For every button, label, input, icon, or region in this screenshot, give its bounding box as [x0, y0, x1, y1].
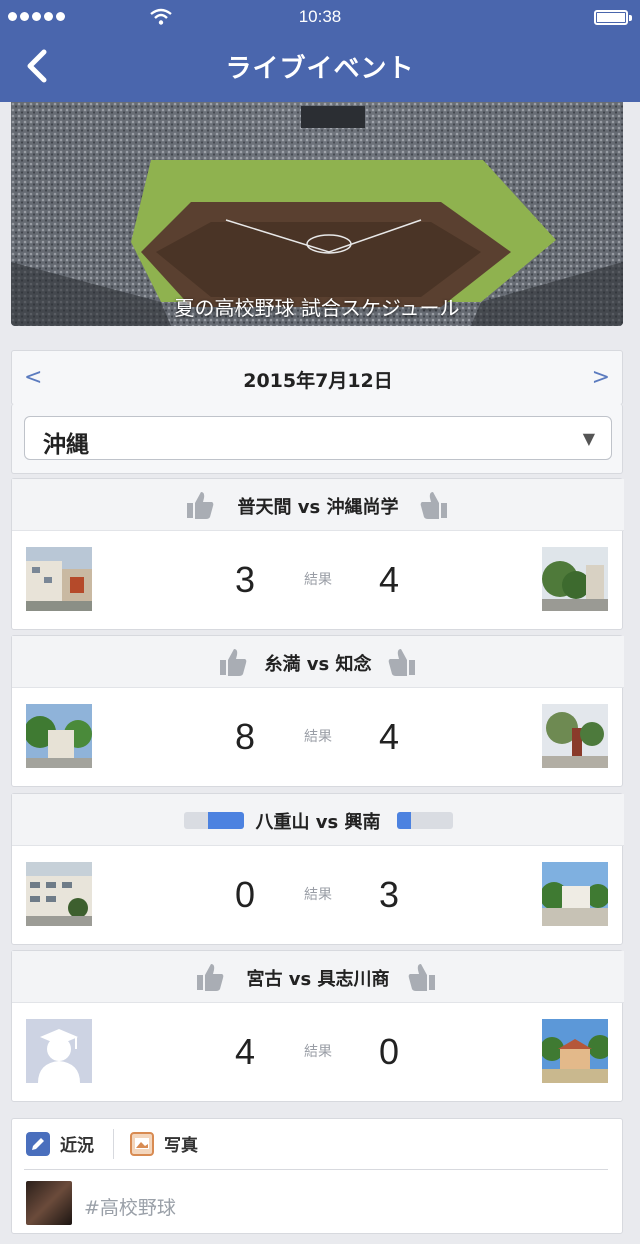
- away-score: 4: [378, 716, 400, 757]
- next-date-button[interactable]: >: [592, 365, 610, 390]
- tab-divider: [113, 1129, 114, 1159]
- away-score: 4: [378, 559, 400, 600]
- thumbs-up-icon[interactable]: [420, 490, 448, 520]
- date-selector: < 2015年7月12日 >: [11, 350, 623, 405]
- dropdown-caret-icon: ▼: [582, 429, 595, 448]
- banner-caption: 夏の高校野球 試合スケジュール: [174, 296, 460, 320]
- stadium-banner-image: 夏の高校野球 試合スケジュール: [11, 102, 623, 326]
- team-photo: [26, 547, 92, 611]
- match-title: 宮古 vs 具志川商: [246, 969, 390, 990]
- away-score: 3: [378, 874, 400, 915]
- region-selector: 沖縄 ▼: [11, 404, 623, 474]
- home-score: 8: [234, 716, 256, 757]
- current-date: 2015年7月12日: [243, 370, 393, 392]
- team-photo: [542, 704, 608, 768]
- region-dropdown[interactable]: 沖縄 ▼: [24, 416, 612, 460]
- photo-tab-label: 写真: [164, 1136, 198, 1156]
- match-header: 普天間 vs 沖縄尚学: [12, 479, 624, 531]
- match-header: 宮古 vs 具志川商: [12, 951, 624, 1003]
- pencil-icon: [26, 1131, 50, 1156]
- match-title: 糸満 vs 知念: [264, 654, 372, 675]
- result-label: 結果: [304, 1044, 332, 1060]
- thumbs-up-icon[interactable]: [388, 647, 416, 677]
- divider: [24, 1169, 608, 1170]
- vote-bar-right: [397, 812, 453, 829]
- team-photo: [542, 547, 608, 611]
- thumbs-up-icon[interactable]: [408, 962, 436, 992]
- team-photo: [26, 862, 92, 926]
- graduation-cap-icon: [26, 1019, 92, 1083]
- match-header: 糸満 vs 知念: [12, 636, 624, 688]
- status-time: 10:38: [298, 7, 342, 26]
- match-card[interactable]: 八重山 vs 興南 0 結果 3: [11, 793, 624, 945]
- post-input[interactable]: #高校野球: [84, 1193, 176, 1220]
- battery-icon: [594, 10, 632, 25]
- status-bar: 10:38: [0, 0, 640, 36]
- match-header: 八重山 vs 興南: [12, 794, 624, 846]
- photo-icon: [130, 1131, 154, 1156]
- home-score: 0: [234, 874, 256, 915]
- result-label: 結果: [304, 887, 332, 903]
- team-photo: [542, 1019, 608, 1083]
- photo-tab[interactable]: 写真: [130, 1131, 198, 1156]
- team-photo: [542, 862, 608, 926]
- vote-bar-right-fill: [397, 812, 411, 829]
- avatar: [26, 1181, 72, 1225]
- home-score: 3: [234, 559, 256, 600]
- status-tab-label: 近況: [60, 1136, 94, 1156]
- status-tab[interactable]: 近況: [26, 1131, 94, 1156]
- team-photo: [26, 704, 92, 768]
- match-card[interactable]: 宮古 vs 具志川商 4 結果 0: [11, 950, 624, 1102]
- away-score: 0: [378, 1031, 400, 1072]
- match-title: 普天間 vs 沖縄尚学: [237, 497, 399, 518]
- navigation-bar: 10:38 ライブイベント: [0, 0, 640, 102]
- region-value: 沖縄: [43, 432, 89, 458]
- match-card[interactable]: 普天間 vs 沖縄尚学 3 結果 4: [11, 478, 624, 630]
- match-title: 八重山 vs 興南: [255, 812, 381, 833]
- post-composer: 近況 写真 #高校野球: [11, 1118, 623, 1234]
- page-title: ライブイベント: [225, 54, 415, 84]
- home-score: 4: [234, 1031, 256, 1072]
- result-label: 結果: [304, 729, 332, 745]
- result-label: 結果: [304, 572, 332, 588]
- match-card[interactable]: 糸満 vs 知念 8 結果 4: [11, 635, 624, 787]
